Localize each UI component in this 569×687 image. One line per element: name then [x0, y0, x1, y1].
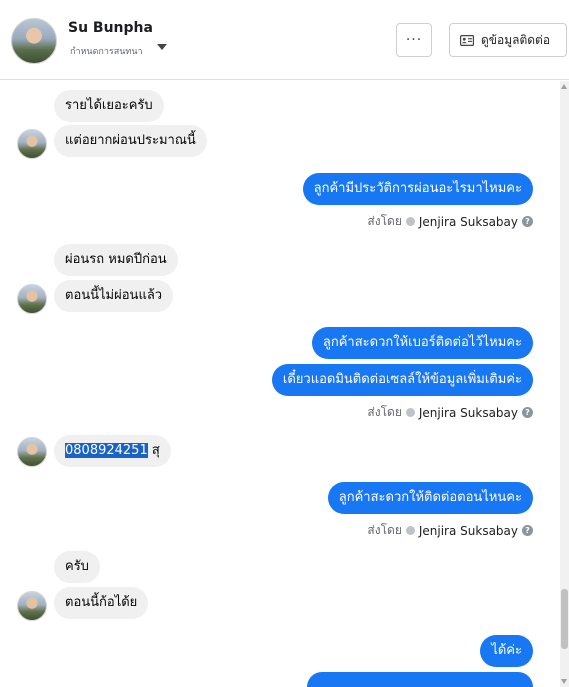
chevron-down-icon[interactable] — [157, 44, 167, 50]
contact-avatar-small[interactable] — [17, 591, 47, 621]
scroll-down-arrow-icon[interactable] — [561, 679, 567, 684]
outgoing-message[interactable]: ลูกค้าสะดวกให้เบอร์ติดต่อไว้ไหมคะ — [311, 327, 533, 359]
contact-avatar[interactable] — [11, 18, 57, 64]
outgoing-message[interactable]: เดี๋ยวแอดมินติดต่อเซลล์ให้ข้อมูลเพิ่มเติ… — [271, 364, 533, 396]
sent-by-agent[interactable]: Jenjira Suksabay — [419, 524, 518, 538]
sent-by-label: ส่งโดย — [367, 405, 402, 419]
page-badge-icon — [405, 408, 415, 417]
selected-phone-number[interactable]: 0808924251 — [65, 443, 148, 458]
sent-by-line: ส่งโดย Jenjira Suksabay ? — [367, 212, 533, 231]
outgoing-message[interactable]: ลูกค้ามีประวัติการผ่อนอะไรมาไหมคะ — [302, 173, 533, 205]
incoming-message[interactable]: ตอนนี้ไม่ผ่อนแล้ว — [54, 280, 174, 312]
outgoing-message[interactable]: ลูกค้าสะดวกให้ติดต่อตอนไหนคะ — [327, 482, 533, 514]
sent-by-label: ส่งโดย — [367, 523, 402, 537]
contact-avatar-small[interactable] — [17, 437, 47, 467]
incoming-message[interactable]: ผ่อนรถ หมดปีก่อน — [54, 244, 178, 276]
more-options-button[interactable]: ··· — [396, 23, 432, 57]
view-contact-info-button[interactable]: ดูข้อมูลติดต่อ — [449, 23, 567, 57]
info-icon[interactable]: ? — [522, 216, 533, 227]
scroll-up-arrow-icon[interactable] — [561, 84, 567, 89]
outgoing-message[interactable]: ได้ค่ะ — [480, 635, 533, 667]
sent-by-line: ส่งโดย Jenjira Suksabay ? — [367, 403, 533, 422]
info-icon[interactable]: ? — [522, 525, 533, 536]
scrollbar-thumb[interactable] — [561, 589, 568, 649]
incoming-message[interactable]: ตอนนี้ก้อได้ย — [54, 587, 149, 619]
contact-name[interactable]: Su Bunpha — [68, 20, 153, 36]
more-icon: ··· — [405, 32, 423, 48]
incoming-message[interactable]: ครับ — [54, 551, 100, 583]
incoming-message[interactable]: แต่อยากผ่อนประมาณนี้ — [54, 125, 207, 157]
outgoing-message-partial[interactable] — [307, 672, 533, 687]
contact-avatar-small[interactable] — [17, 129, 47, 159]
incoming-message[interactable]: รายได้เยอะครับ — [54, 90, 164, 122]
page-badge-icon — [405, 526, 415, 535]
chat-scrollbar[interactable] — [560, 81, 569, 687]
sent-by-label: ส่งโดย — [367, 214, 402, 228]
info-icon[interactable]: ? — [522, 407, 533, 418]
page-badge-icon — [405, 217, 415, 226]
sent-by-line: ส่งโดย Jenjira Suksabay ? — [367, 521, 533, 540]
incoming-message[interactable]: 0808924251 สุ — [54, 435, 171, 467]
message-text: สุ — [147, 443, 160, 458]
contact-avatar-small[interactable] — [17, 284, 47, 314]
sent-by-agent[interactable]: Jenjira Suksabay — [419, 406, 518, 420]
conversation-status[interactable]: กำหนดการสนทนา — [70, 44, 143, 58]
conversation-header: Su Bunpha กำหนดการสนทนา ··· ดูข้อมูลติดต… — [0, 0, 569, 80]
contact-card-icon — [460, 34, 474, 46]
sent-by-agent[interactable]: Jenjira Suksabay — [419, 215, 518, 229]
message-thread[interactable]: รายได้เยอะครับ แต่อยากผ่อนประมาณนี้ ลูกค… — [0, 81, 560, 687]
view-contact-info-label: ดูข้อมูลติดต่อ — [481, 32, 551, 47]
